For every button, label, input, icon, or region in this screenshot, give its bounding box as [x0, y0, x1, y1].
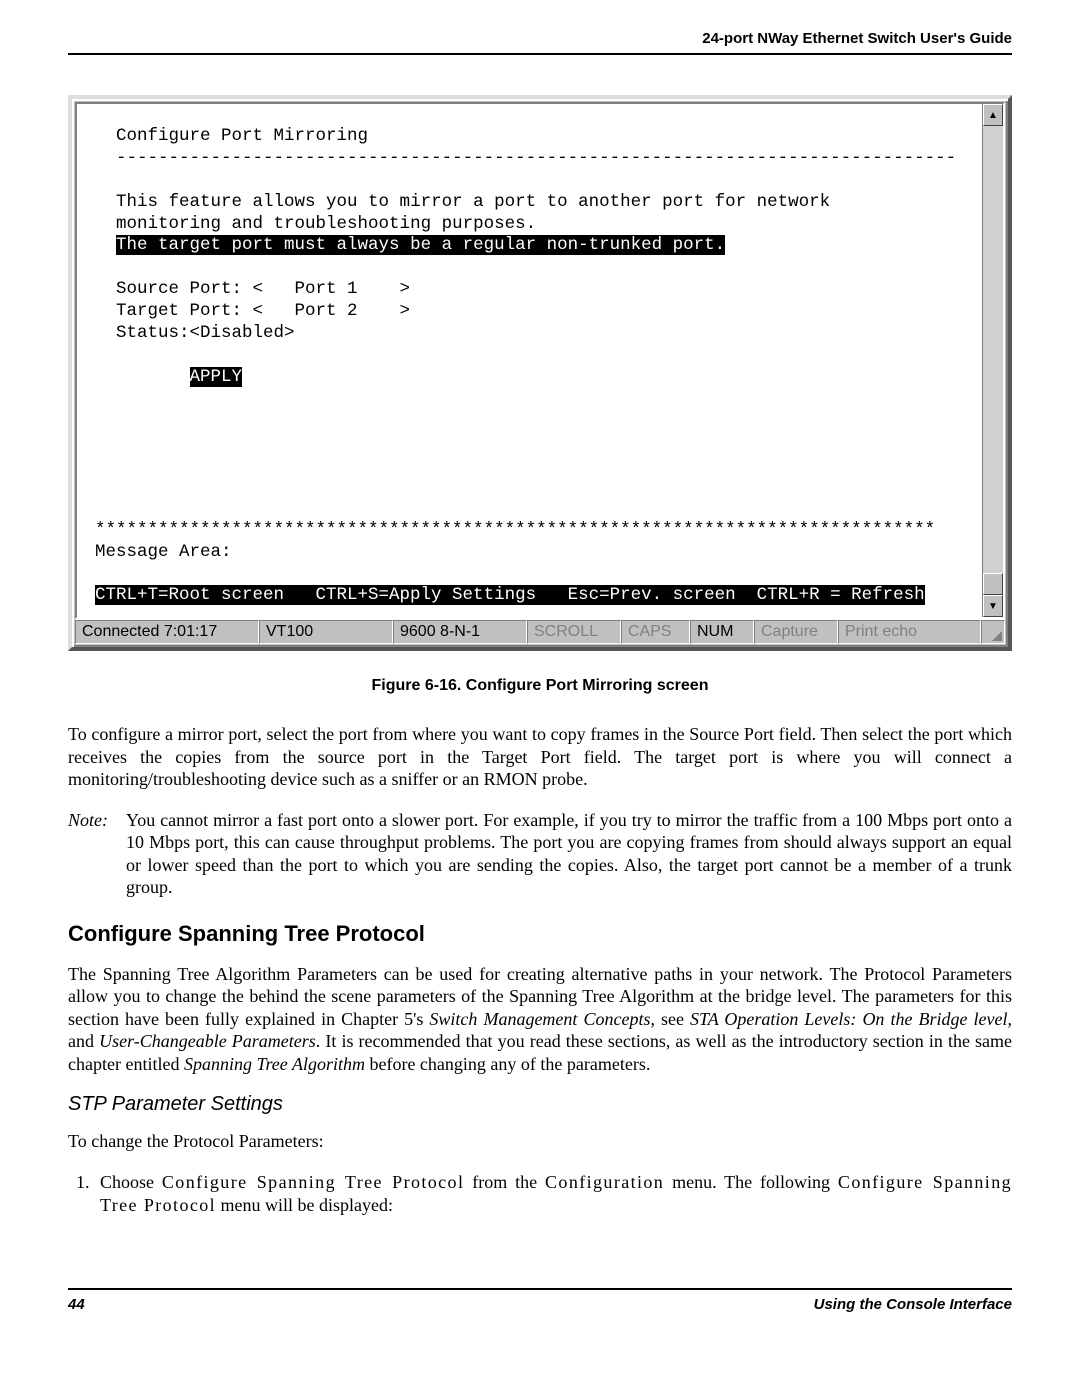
status-line: 9600 8-N-1 [393, 620, 527, 644]
terminal-window: Configure Port Mirroring ---------------… [68, 95, 1012, 651]
resize-grip[interactable] [981, 620, 1005, 644]
page-footer: 44 Using the Console Interface [68, 1288, 1012, 1313]
note-text: You cannot mirror a fast port onto a slo… [126, 809, 1012, 899]
terminal-divider: ----------------------------------------… [95, 148, 956, 168]
status-caps: CAPS [621, 620, 690, 644]
scroll-down-button[interactable]: ▼ [983, 595, 1003, 617]
terminal-help-line: CTRL+T=Root screen CTRL+S=Apply Settings… [95, 585, 925, 605]
page-number: 44 [68, 1296, 85, 1313]
terminal-separator: ****************************************… [95, 520, 935, 540]
status-emulation: VT100 [259, 620, 393, 644]
terminal-desc-line1: This feature allows you to mirror a port… [95, 192, 830, 212]
paragraph-1: To configure a mirror port, select the p… [68, 723, 1012, 791]
heading-stp: Configure Spanning Tree Protocol [68, 921, 1012, 947]
scroll-track[interactable] [983, 126, 1003, 595]
source-port-field[interactable]: Source Port: < Port 1 > [95, 279, 410, 299]
note-label: Note: [68, 809, 126, 899]
footer-section: Using the Console Interface [814, 1296, 1012, 1313]
terminal-screen: Configure Port Mirroring ---------------… [77, 104, 1003, 617]
steps-list: Choose Configure Spanning Tree Protocol … [68, 1171, 1012, 1218]
scroll-thumb[interactable] [983, 573, 1003, 595]
status-field[interactable]: Status:<Disabled> [95, 323, 295, 343]
status-connected: Connected 7:01:17 [75, 620, 259, 644]
figure-caption: Figure 6-16. Configure Port Mirroring sc… [68, 677, 1012, 695]
target-port-field[interactable]: Target Port: < Port 2 > [95, 301, 410, 321]
message-area-label: Message Area: [95, 542, 232, 562]
scroll-up-button[interactable]: ▲ [983, 104, 1003, 126]
terminal-desc-line2: monitoring and troubleshooting purposes. [95, 214, 536, 234]
terminal-warning: The target port must always be a regular… [95, 235, 725, 255]
status-echo: Print echo [838, 620, 981, 644]
paragraph-2: The Spanning Tree Algorithm Parameters c… [68, 963, 1012, 1076]
status-num: NUM [690, 620, 754, 644]
status-capture: Capture [754, 620, 838, 644]
page-header: 24-port NWay Ethernet Switch User's Guid… [68, 30, 1012, 55]
status-scroll: SCROLL [527, 620, 621, 644]
apply-button[interactable]: APPLY [95, 367, 242, 387]
terminal-title: Configure Port Mirroring [95, 126, 368, 146]
vertical-scrollbar[interactable]: ▲ ▼ [982, 104, 1003, 617]
step-1: Choose Configure Spanning Tree Protocol … [94, 1171, 1012, 1218]
paragraph-3: To change the Protocol Parameters: [68, 1130, 1012, 1153]
note-block: Note: You cannot mirror a fast port onto… [68, 809, 1012, 899]
subheading-stp-settings: STP Parameter Settings [68, 1093, 1012, 1116]
statusbar: Connected 7:01:17 VT100 9600 8-N-1 SCROL… [75, 619, 1005, 644]
